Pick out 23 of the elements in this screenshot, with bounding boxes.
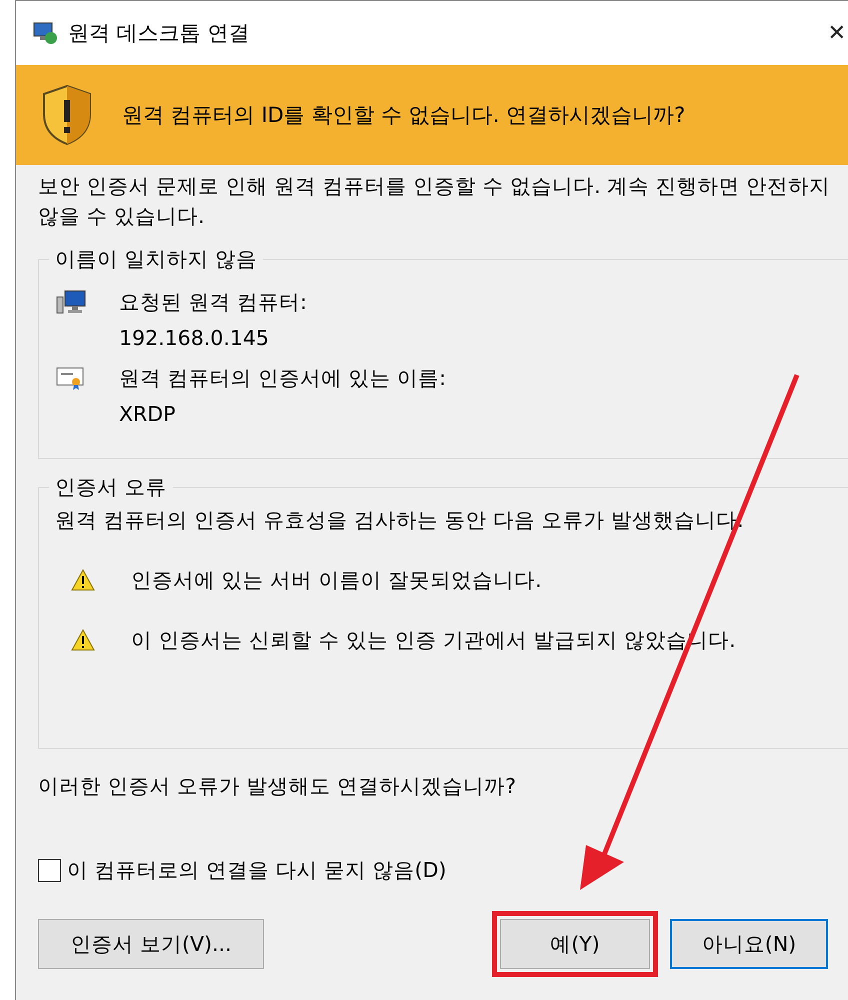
dialog-button[interactable]: 인증서 보기(V)... — [38, 919, 264, 969]
item-label: 요청된 원격 컴퓨터: — [119, 289, 308, 316]
question-text: 이러한 인증서 오류가 발생해도 연결하시겠습니까? — [38, 773, 517, 800]
warning-icon — [71, 629, 95, 651]
error-text: 인증서에 있는 서버 이름이 잘못되었습니다. — [131, 567, 542, 594]
group-title: 이름이 일치하지 않음 — [54, 246, 258, 273]
checkbox-label: 이 컴퓨터로의 연결을 다시 묻지 않음(D) — [67, 857, 446, 884]
window-title: 원격 데스크톱 연결 — [68, 20, 250, 47]
shield-warning-icon — [40, 84, 94, 146]
intro-text: 보안 인증서 문제로 인해 원격 컴퓨터를 인증할 수 없습니다. 계속 진행하면 안전하지 않을 수 있습니다. — [38, 173, 832, 230]
item-value: 192.168.0.145 — [119, 325, 270, 352]
item-value: XRDP — [119, 401, 176, 428]
item-label: 원격 컴퓨터의 인증서에 있는 이름: — [119, 365, 447, 392]
remote-desktop-icon — [32, 21, 58, 45]
warning-icon — [71, 569, 95, 591]
warning-banner-text: 원격 컴퓨터의 ID를 확인할 수 없습니다. 연결하시겠습니까? — [122, 102, 686, 129]
group-title: 인증서 오류 — [54, 474, 168, 501]
certificate-icon — [55, 365, 85, 391]
dialog-button[interactable]: 예(Y) — [500, 919, 650, 969]
checkbox[interactable] — [38, 858, 61, 882]
computer-icon — [55, 289, 87, 315]
close-button[interactable]: ✕ — [828, 20, 846, 46]
default-button[interactable]: 아니요(N) — [670, 919, 828, 969]
